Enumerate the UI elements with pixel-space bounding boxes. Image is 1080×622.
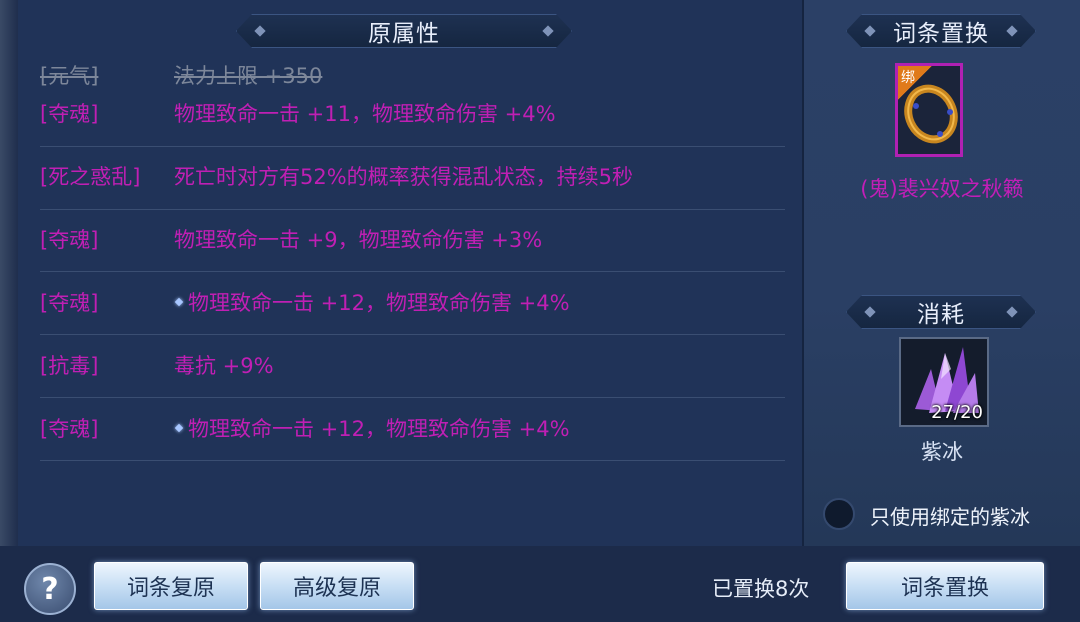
row-divider bbox=[40, 146, 785, 147]
attribute-desc: 死亡时对方有52%的概率获得混乱状态，持续5秒 bbox=[174, 165, 634, 189]
bound-badge-label: 绑 bbox=[901, 70, 915, 86]
attribute-row: [死之惑乱] 死亡时对方有52%的概率获得混乱状态，持续5秒 bbox=[40, 160, 785, 192]
row-divider bbox=[40, 397, 785, 398]
equipment-slot[interactable]: 绑 bbox=[895, 63, 963, 157]
attribute-row: [夺魂] 物理致命一击 +12，物理致命伤害 +4% bbox=[40, 412, 785, 444]
advanced-restore-button[interactable]: 高级复原 bbox=[260, 562, 414, 610]
attribute-tag: [元气] bbox=[40, 64, 99, 88]
sparkle-icon bbox=[174, 297, 184, 307]
replace-count-status: 已置换8次 bbox=[712, 577, 810, 601]
bound-only-label: 只使用绑定的紫冰 bbox=[870, 505, 1030, 529]
attribute-tag: [夺魂] bbox=[40, 102, 99, 126]
consume-item-name: 紫冰 bbox=[921, 440, 963, 464]
equipment-name: (鬼)裴兴奴之秋籁 bbox=[860, 177, 1024, 201]
consume-item-slot[interactable]: 27/20 bbox=[899, 337, 989, 427]
attribute-desc-wrap: 物理致命一击 +12，物理致命伤害 +4% bbox=[174, 287, 570, 317]
attribute-desc-wrap: 物理致命一击 +12，物理致命伤害 +4% bbox=[174, 413, 570, 443]
attribute-desc: 物理致命一击 +9，物理致命伤害 +3% bbox=[174, 228, 543, 252]
attribute-row: [夺魂] 物理致命一击 +12，物理致命伤害 +4% bbox=[40, 286, 785, 318]
attribute-row: [夺魂] 物理致命一击 +11，物理致命伤害 +4% bbox=[40, 97, 785, 129]
attribute-tag: [夺魂] bbox=[40, 417, 99, 441]
bound-badge: 绑 bbox=[898, 66, 932, 100]
help-button[interactable]: ? bbox=[24, 563, 76, 615]
attribute-desc: 物理致命一击 +11，物理致命伤害 +4% bbox=[174, 102, 556, 126]
bound-only-radio[interactable] bbox=[823, 498, 855, 530]
attribute-row: [元气] 法力上限 +350 bbox=[40, 60, 785, 90]
attribute-desc: 物理致命一击 +12，物理致命伤害 +4% bbox=[188, 417, 570, 441]
restore-button[interactable]: 词条复原 bbox=[94, 562, 248, 610]
row-divider bbox=[40, 209, 785, 210]
row-divider bbox=[40, 334, 785, 335]
consume-title: 消耗 bbox=[846, 295, 1036, 329]
row-divider bbox=[40, 460, 785, 461]
attribute-tag: [夺魂] bbox=[40, 291, 99, 315]
attribute-tag: [夺魂] bbox=[40, 228, 99, 252]
original-attributes-title: 原属性 bbox=[236, 14, 572, 48]
help-icon: ? bbox=[41, 571, 59, 607]
attribute-desc: 毒抗 +9% bbox=[174, 354, 274, 378]
row-divider bbox=[40, 271, 785, 272]
attribute-desc: 法力上限 +350 bbox=[174, 64, 323, 88]
consume-count: 27/20 bbox=[931, 402, 983, 423]
window-edge bbox=[0, 0, 18, 622]
replace-panel-title: 词条置换 bbox=[846, 14, 1036, 48]
attribute-row: [抗毒] 毒抗 +9% bbox=[40, 349, 785, 381]
attribute-desc: 物理致命一击 +12，物理致命伤害 +4% bbox=[188, 291, 570, 315]
attribute-tag: [死之惑乱] bbox=[40, 165, 141, 189]
attribute-row: [夺魂] 物理致命一击 +9，物理致命伤害 +3% bbox=[40, 223, 785, 255]
attribute-tag: [抗毒] bbox=[40, 354, 99, 378]
replace-button[interactable]: 词条置换 bbox=[846, 562, 1044, 610]
sparkle-icon bbox=[174, 423, 184, 433]
